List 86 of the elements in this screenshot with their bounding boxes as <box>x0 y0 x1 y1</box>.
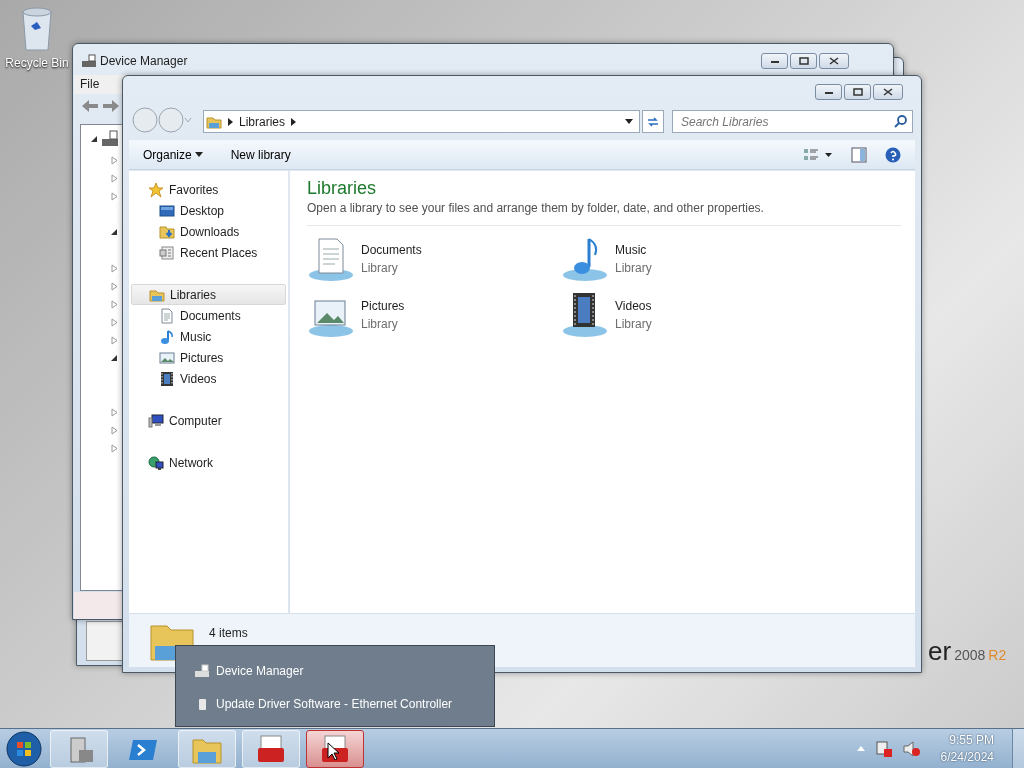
close-button[interactable] <box>873 84 903 100</box>
close-button[interactable] <box>819 53 849 69</box>
page-description: Open a library to see your files and arrange them by folder, date, and other properties. <box>307 199 901 226</box>
wallpaper-text: 2008 <box>954 646 986 665</box>
forward-icon[interactable] <box>102 99 120 113</box>
star-icon <box>148 181 164 198</box>
jump-list-item[interactable]: Update Driver Software - Ethernet Controller <box>194 687 494 720</box>
toolbox-icon <box>255 733 287 764</box>
minimize-button[interactable] <box>761 53 788 69</box>
cursor-icon <box>327 742 339 760</box>
library-type: Library <box>615 260 652 277</box>
maximize-button[interactable] <box>790 53 817 69</box>
library-tile[interactable]: Videos Library <box>561 290 815 340</box>
library-type: Library <box>361 316 399 333</box>
chevron-icon <box>291 117 297 126</box>
recent-places-icon <box>159 244 175 261</box>
recycle-bin-icon <box>19 6 55 52</box>
nav-item[interactable]: Desktop <box>131 200 286 221</box>
document-library-icon <box>307 235 355 283</box>
show-hidden-icons-button[interactable] <box>856 746 865 751</box>
close-icon <box>828 57 840 65</box>
nav-item[interactable]: Libraries <box>131 284 286 305</box>
maximize-icon <box>851 88 864 96</box>
minimize-button[interactable] <box>815 84 842 100</box>
item-count: 4 items <box>209 625 248 642</box>
nav-item[interactable]: Computer <box>131 410 286 431</box>
help-icon[interactable] <box>885 146 901 163</box>
search-icon <box>894 114 908 128</box>
preview-pane-icon[interactable] <box>851 146 867 163</box>
nav-item[interactable]: Pictures <box>131 347 286 368</box>
music-icon <box>159 328 175 345</box>
device-manager-icon <box>194 663 210 678</box>
toolbar-button[interactable]: New library <box>230 145 291 164</box>
nav-item[interactable]: Recent Places <box>131 242 286 263</box>
back-button[interactable] <box>132 107 158 133</box>
download-folder-icon <box>159 223 175 240</box>
nav-item[interactable]: Music <box>131 326 286 347</box>
page-heading: Libraries <box>307 177 378 199</box>
nav-item[interactable]: Favorites <box>131 179 286 200</box>
refresh-button[interactable] <box>642 110 664 133</box>
close-icon <box>882 88 894 96</box>
view-options-icon[interactable] <box>803 147 833 162</box>
jump-list-item[interactable]: Device Manager <box>194 654 494 687</box>
menu-item[interactable]: File <box>74 75 106 94</box>
caret-icon[interactable] <box>184 117 192 123</box>
nav-item[interactable]: Documents <box>131 305 286 326</box>
library-type: Library <box>615 316 652 333</box>
wallpaper-text: R2 <box>988 646 1007 665</box>
nav-item[interactable]: Videos <box>131 368 286 389</box>
picture-icon <box>159 349 175 366</box>
expander-icon[interactable] <box>111 228 118 237</box>
library-name: Music <box>615 242 648 259</box>
show-desktop-button[interactable] <box>1012 728 1024 768</box>
taskbar-button[interactable] <box>306 729 364 768</box>
back-icon[interactable] <box>81 99 99 113</box>
library-name: Pictures <box>361 298 405 315</box>
maximize-button[interactable] <box>844 84 871 100</box>
forward-button[interactable] <box>158 107 184 133</box>
breadcrumb[interactable]: Libraries <box>239 112 286 131</box>
caret-icon <box>194 152 203 157</box>
expander-icon[interactable] <box>111 354 118 363</box>
address-bar[interactable]: Libraries <box>203 110 640 133</box>
start-button[interactable] <box>4 729 44 768</box>
video-library-icon <box>561 291 609 339</box>
window-title: Device Manager <box>100 53 188 70</box>
nav-item[interactable]: Network <box>131 452 286 473</box>
library-name: Videos <box>615 298 652 315</box>
monitor-icon <box>159 202 175 219</box>
library-type: Library <box>361 260 399 277</box>
film-icon <box>159 370 175 387</box>
music-library-icon <box>561 235 609 283</box>
library-tile[interactable]: Music Library <box>561 234 815 284</box>
device-manager-icon <box>81 54 97 68</box>
library-tile[interactable]: Pictures Library <box>307 290 561 340</box>
volume-muted-icon[interactable] <box>902 740 921 757</box>
maximize-icon <box>797 57 810 65</box>
refresh-icon <box>646 115 660 128</box>
chevron-icon <box>228 117 233 126</box>
library-tile[interactable]: Documents Library <box>307 234 561 284</box>
wallpaper-text: er <box>928 638 952 664</box>
toolbar-button[interactable]: Organize <box>143 145 203 164</box>
nav-item[interactable]: Downloads <box>131 221 286 242</box>
expander-icon[interactable] <box>91 134 98 144</box>
library-name: Documents <box>361 242 422 259</box>
search-field[interactable]: Search Libraries <box>672 110 913 133</box>
document-icon <box>159 307 175 324</box>
